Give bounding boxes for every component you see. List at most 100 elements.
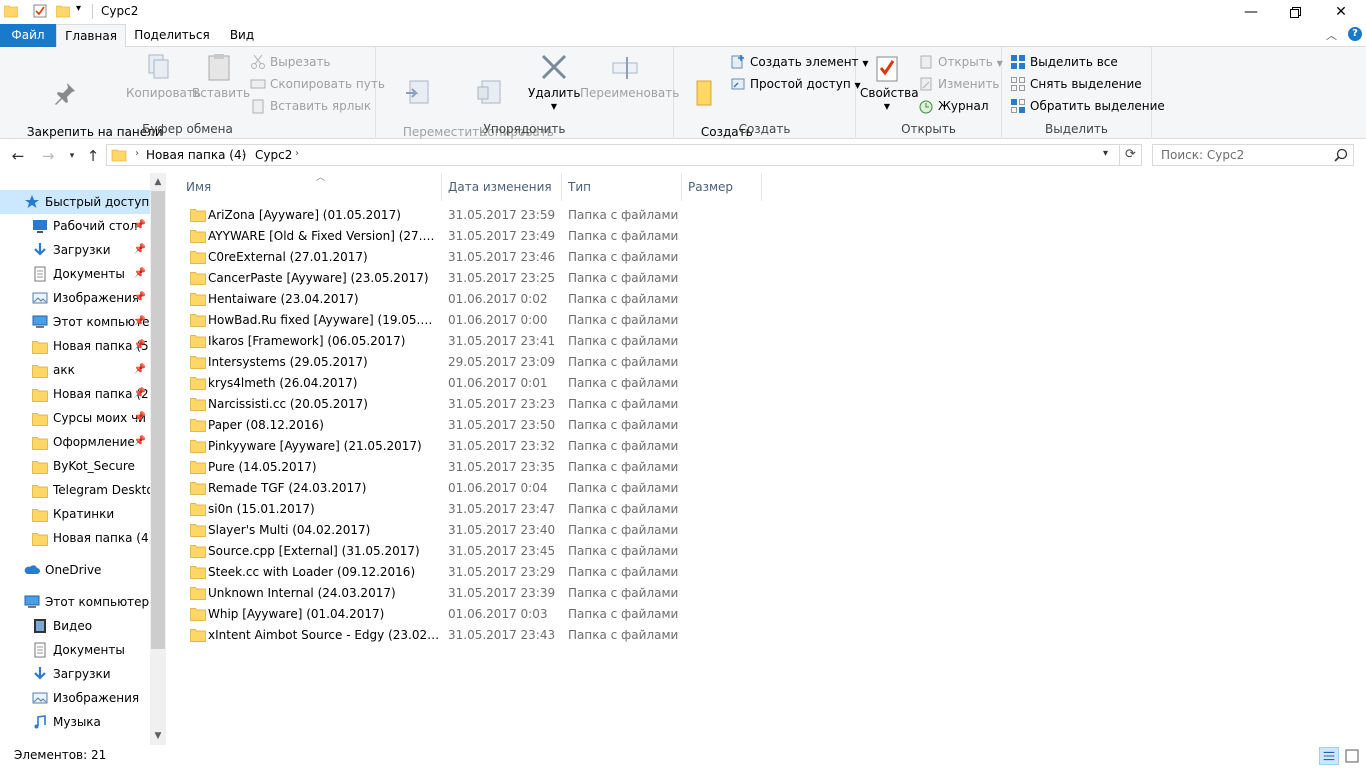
file-row[interactable]: Intersystems (29.05.2017) 29.05.2017 23:0… <box>186 352 746 373</box>
up-button[interactable]: ↑ <box>83 146 103 166</box>
file-row[interactable]: AYYWARE [Old & Fixed Version] (27.12.20.… <box>186 226 746 247</box>
breadcrumb-chevron-icon[interactable]: › <box>135 148 139 159</box>
file-row[interactable]: Unknown Internal (24.03.2017) 31.05.2017 … <box>186 583 746 604</box>
open-button[interactable]: Открыть ▼ <box>918 52 1003 72</box>
new-item-button[interactable]: Создать элемент ▼ <box>730 52 869 72</box>
scrollbar-thumb[interactable] <box>151 191 165 649</box>
large-icons-view-icon[interactable] <box>1342 747 1362 765</box>
breadcrumb-chevron-icon[interactable]: › <box>295 148 299 159</box>
file-row[interactable]: AriZona [Ayyware] (01.05.2017) 31.05.2017… <box>186 205 746 226</box>
delete-button[interactable]: Удалить ▼ <box>528 51 581 113</box>
sidebar-item[interactable]: Видео <box>0 614 150 638</box>
file-row[interactable]: HowBad.Ru fixed [Ayyware] (19.05.2017) 01… <box>186 310 746 331</box>
search-box[interactable]: Поиск: Сурс2 <box>1152 144 1354 166</box>
sidebar-item[interactable]: Рабочий стол 📌 <box>0 214 150 238</box>
column-header-size[interactable]: Размер <box>682 173 762 201</box>
invert-selection-button[interactable]: Обратить выделение <box>1010 96 1165 116</box>
sidebar-item[interactable]: Этот компьютер 📌 <box>0 310 150 334</box>
file-row[interactable]: krys4lmeth (26.04.2017) 01.06.2017 0:01 Па… <box>186 373 746 394</box>
file-row[interactable]: Slayer's Multi (04.02.2017) 31.05.2017 23… <box>186 520 746 541</box>
breadcrumb-chevron-icon[interactable]: › <box>242 148 246 159</box>
file-row[interactable]: Narcissisti.cc (20.05.2017) 31.05.2017 23… <box>186 394 746 415</box>
sidebar-item[interactable]: OneDrive <box>0 558 150 582</box>
sidebar-item[interactable]: Документы <box>0 638 150 662</box>
recent-locations-dropdown[interactable]: ▾ <box>62 146 82 166</box>
easy-access-button[interactable]: Простой доступ ▼ <box>730 74 861 94</box>
sidebar-item[interactable]: Оформление 📌 <box>0 430 150 454</box>
sidebar-item[interactable]: Загрузки 📌 <box>0 238 150 262</box>
scroll-down-icon[interactable]: ▼ <box>150 728 166 744</box>
copy-path-button[interactable]: Скопировать путь <box>250 74 385 94</box>
file-name: Narcissisti.cc (20.05.2017) <box>208 397 368 411</box>
sidebar-item[interactable]: акк 📌 <box>0 358 150 382</box>
paste-button[interactable]: Вставить <box>192 51 250 100</box>
breadcrumb-new-folder-4[interactable]: Новая папка (4) <box>146 148 246 162</box>
file-row[interactable]: Source.cpp [External] (31.05.2017) 31.05.… <box>186 541 746 562</box>
select-group: Выделить все Снять выделение Обратить вы… <box>1002 47 1165 139</box>
sidebar-item[interactable]: Сурсы моих чи 📌 <box>0 406 150 430</box>
file-row[interactable]: C0reExternal (27.01.2017) 31.05.2017 23:4… <box>186 247 746 268</box>
minimize-button[interactable]: — <box>1228 0 1274 24</box>
file-row[interactable]: si0n (15.01.2017) 31.05.2017 23:47 Папка с… <box>186 499 746 520</box>
sidebar-item[interactable]: Новая папка (2 📌 <box>0 382 150 406</box>
tab-view[interactable]: Вид <box>222 24 262 47</box>
select-all-button[interactable]: Выделить все <box>1010 52 1118 72</box>
file-row[interactable]: CancerPaste [Ayyware] (23.05.2017) 31.05.… <box>186 268 746 289</box>
file-row[interactable]: Steek.cc with Loader (09.12.2016) 31.05.2… <box>186 562 746 583</box>
column-header-type[interactable]: Тип <box>562 173 682 201</box>
file-row[interactable]: Remade TGF (24.03.2017) 01.06.2017 0:04 Па… <box>186 478 746 499</box>
column-header-name[interactable]: ︿ Имя <box>180 173 442 201</box>
maximize-button[interactable] <box>1272 0 1318 24</box>
file-row[interactable]: Hentaiware (23.04.2017) 01.06.2017 0:02 Па… <box>186 289 746 310</box>
properties-button[interactable]: Свойства ▼ <box>860 51 919 113</box>
address-bar[interactable]: › Новая папка (4) › Сурс2 › ▾ <box>106 144 1120 166</box>
pin-icon: 📌 <box>133 388 146 399</box>
refresh-button[interactable]: ⟳ <box>1120 144 1142 166</box>
rename-button[interactable]: Переименовать <box>580 51 679 100</box>
column-header-date[interactable]: Дата изменения <box>442 173 562 201</box>
sidebar-item[interactable]: Быстрый доступ <box>0 190 150 214</box>
sidebar-item[interactable]: Telegram Desktop <box>0 478 150 502</box>
sidebar-item[interactable]: Изображения <box>0 686 150 710</box>
file-row[interactable]: Paper (08.12.2016) 31.05.2017 23:50 Папка … <box>186 415 746 436</box>
edit-button[interactable]: Изменить <box>918 74 1000 94</box>
back-button[interactable]: ← <box>8 146 28 166</box>
sidebar-item[interactable]: Новая папка (4) <box>0 526 150 550</box>
cut-button[interactable]: Вырезать <box>250 52 331 72</box>
paste-shortcut-button[interactable]: Вставить ярлык <box>250 96 371 116</box>
file-row[interactable]: Whip [Ayyware] (01.04.2017) 01.06.2017 0:… <box>186 604 746 625</box>
sidebar-item[interactable]: ByKot_Secure <box>0 454 150 478</box>
new-folder-icon[interactable] <box>56 4 70 18</box>
tab-share[interactable]: Поделиться <box>130 24 214 47</box>
file-row[interactable]: xIntent Aimbot Source - Edgy (23.02.2017… <box>186 625 746 646</box>
scroll-up-icon[interactable]: ▲ <box>150 174 166 190</box>
select-none-button[interactable]: Снять выделение <box>1010 74 1142 94</box>
forward-button[interactable]: → <box>38 146 58 166</box>
history-button[interactable]: Журнал <box>918 96 989 116</box>
copy-button[interactable]: Копировать <box>126 51 201 100</box>
breadcrumb-current[interactable]: Сурс2 <box>255 148 292 162</box>
navigation-pane-scrollbar[interactable]: ▲ ▼ <box>150 173 166 745</box>
sidebar-item[interactable]: Изображения 📌 <box>0 286 150 310</box>
file-row[interactable]: Pure (14.05.2017) 31.05.2017 23:35 Папка с… <box>186 457 746 478</box>
customize-toolbar-dropdown-icon[interactable]: ▾ <box>76 3 81 14</box>
search-icon[interactable] <box>1334 148 1348 162</box>
sidebar-item[interactable]: Кратинки <box>0 502 150 526</box>
tab-home[interactable]: Главная <box>56 24 126 48</box>
address-dropdown-icon[interactable]: ▾ <box>1103 148 1108 159</box>
sidebar-item[interactable]: Музыка <box>0 710 150 734</box>
item-count: Элементов: 21 <box>14 748 107 762</box>
sidebar-item[interactable]: Загрузки <box>0 662 150 686</box>
file-row[interactable]: Pinkyyware [Ayyware] (21.05.2017) 31.05.2… <box>186 436 746 457</box>
details-view-icon[interactable] <box>1319 747 1339 765</box>
file-type: Папка с файлами <box>568 208 679 222</box>
sidebar-item[interactable]: Документы 📌 <box>0 262 150 286</box>
close-button[interactable]: ✕ <box>1318 0 1364 24</box>
sidebar-item[interactable]: Новая папка (5 📌 <box>0 334 150 358</box>
tab-file[interactable]: Файл <box>0 24 56 47</box>
file-row[interactable]: Ikaros [Framework] (06.05.2017) 31.05.201… <box>186 331 746 352</box>
help-icon[interactable]: ? <box>1348 27 1362 41</box>
properties-icon[interactable] <box>33 4 47 18</box>
sidebar-item[interactable]: Этот компьютер <box>0 590 150 614</box>
collapse-ribbon-icon[interactable]: ︿ <box>1326 27 1337 43</box>
